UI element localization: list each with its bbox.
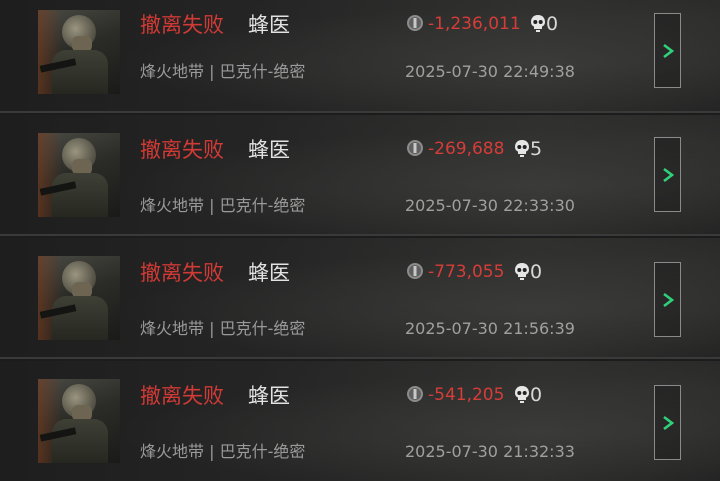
- map-info: 烽火地带 | 巴克什-绝密: [140, 62, 306, 81]
- match-record-row[interactable]: 撤离失败 蜂医 -773,055 0 烽火地带 | 巴克什-绝密 2025-07…: [0, 238, 720, 359]
- match-time: 2025-07-30 22:33:30: [405, 196, 575, 215]
- coin-icon: [407, 263, 423, 279]
- match-time: 2025-07-30 22:49:38: [405, 62, 575, 81]
- asset-value: -1,236,011: [428, 14, 521, 34]
- match-time: 2025-07-30 21:56:39: [405, 319, 575, 338]
- coin-icon: [407, 15, 423, 31]
- operator-name: 蜂医: [248, 13, 290, 37]
- operator-avatar: [38, 256, 120, 340]
- match-time: 2025-07-30 21:32:33: [405, 442, 575, 461]
- detail-button[interactable]: [654, 385, 681, 460]
- chevron-right-icon: [662, 43, 674, 58]
- map-info: 烽火地带 | 巴克什-绝密: [140, 196, 306, 215]
- detail-button[interactable]: [654, 137, 681, 212]
- extraction-status: 撤离失败: [140, 13, 224, 37]
- operator-avatar: [38, 10, 120, 94]
- chevron-right-icon: [662, 167, 674, 182]
- operator-name: 蜂医: [248, 138, 290, 162]
- match-record-row[interactable]: 撤离失败 蜂医 -541,205 0 烽火地带 | 巴克什-绝密 2025-07…: [0, 361, 720, 481]
- kill-count: 0: [530, 261, 543, 283]
- operator-avatar: [38, 379, 120, 463]
- match-record-row[interactable]: 撤离失败 蜂医 -269,688 5 烽火地带 | 巴克什-绝密 2025-07…: [0, 115, 720, 236]
- operator-name: 蜂医: [248, 384, 290, 408]
- asset-value: -773,055: [428, 262, 505, 282]
- chevron-right-icon: [662, 292, 674, 307]
- detail-button[interactable]: [654, 262, 681, 337]
- map-info: 烽火地带 | 巴克什-绝密: [140, 319, 306, 338]
- kill-count: 0: [530, 384, 543, 406]
- coin-icon: [407, 140, 423, 156]
- operator-name: 蜂医: [248, 261, 290, 285]
- skull-icon: [515, 386, 529, 403]
- extraction-status: 撤离失败: [140, 384, 224, 408]
- detail-button[interactable]: [654, 13, 681, 88]
- skull-icon: [531, 15, 545, 32]
- skull-icon: [515, 263, 529, 280]
- match-record-row[interactable]: 撤离失败 蜂医 -1,236,011 0 烽火地带 | 巴克什-绝密 2025-…: [0, 0, 720, 113]
- match-history-list: 撤离失败 蜂医 -1,236,011 0 烽火地带 | 巴克什-绝密 2025-…: [0, 0, 720, 481]
- asset-value: -269,688: [428, 139, 505, 159]
- extraction-status: 撤离失败: [140, 138, 224, 162]
- kill-count: 5: [530, 138, 543, 160]
- coin-icon: [407, 386, 423, 402]
- map-info: 烽火地带 | 巴克什-绝密: [140, 442, 306, 461]
- operator-avatar: [38, 133, 120, 217]
- skull-icon: [515, 140, 529, 157]
- chevron-right-icon: [662, 415, 674, 430]
- extraction-status: 撤离失败: [140, 261, 224, 285]
- kill-count: 0: [546, 13, 559, 35]
- asset-value: -541,205: [428, 385, 505, 405]
